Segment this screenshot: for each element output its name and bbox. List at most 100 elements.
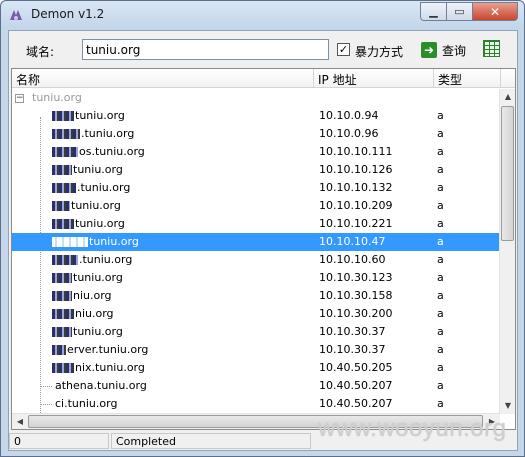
root-name: tuniu.org (32, 91, 82, 104)
row-ip: 10.10.10.132 (319, 181, 393, 194)
table-row[interactable]: .tuniu.org 10.10.0.96 a (12, 125, 500, 143)
collapse-icon[interactable]: − (15, 94, 24, 103)
row-name-text: .tuniu.org (81, 127, 135, 140)
row-name-text: .tuniu.org (77, 181, 131, 194)
table-row[interactable]: tuniu.org 10.10.30.37 a (12, 323, 500, 341)
row-name-text: niu.org (75, 307, 114, 320)
table-row[interactable]: .tuniu.org 10.10.10.132 a (12, 179, 500, 197)
table-row[interactable]: .tuniu.org 10.10.10.60 a (12, 251, 500, 269)
table-row[interactable]: os.tuniu.org 10.10.10.111 a (12, 143, 500, 161)
app-window: Demon v1.2 ▁ ▭ ✕ 域名: ✓ 暴力方式 ➜ 查询 名称 IP 地… (0, 0, 525, 457)
row-ip: 10.10.10.47 (319, 235, 386, 248)
row-name: tuniu.org (52, 271, 123, 284)
table-row[interactable]: tuniu.org 10.10.0.94 a (12, 107, 500, 125)
row-name-text: nix.tuniu.org (75, 361, 145, 374)
minimize-icon: ▁ (429, 5, 438, 18)
redaction-mask (52, 291, 72, 301)
redaction-mask (52, 129, 80, 139)
row-name-text: tuniu.org (75, 217, 125, 230)
vertical-scrollbar[interactable]: ▲ ▼ (499, 89, 515, 414)
row-name-text: tuniu.org (75, 109, 125, 122)
table-row[interactable]: tuniu.org 10.10.10.126 a (12, 161, 500, 179)
redaction-mask (52, 219, 74, 229)
redaction-mask (52, 111, 74, 121)
row-type: a (437, 163, 444, 176)
row-name-text: .tuniu.org (79, 253, 133, 266)
table-row[interactable]: tuniu.org 10.10.10.221 a (12, 215, 500, 233)
row-name: nix.tuniu.org (52, 361, 145, 374)
scroll-up-icon[interactable]: ▲ (500, 89, 515, 105)
row-name: tuniu.org (52, 325, 123, 338)
row-name-text: niu.org (73, 289, 112, 302)
table-row[interactable]: tuniu.org 10.10.10.47 a (12, 233, 500, 251)
row-name-text: tuniu.org (89, 235, 139, 248)
row-type: a (437, 217, 444, 230)
row-type: a (437, 199, 444, 212)
row-type: a (437, 325, 444, 338)
close-icon: ✕ (489, 4, 501, 19)
row-name: .tuniu.org (52, 253, 132, 266)
row-type: a (437, 271, 444, 284)
maximize-button[interactable]: ▭ (447, 2, 473, 21)
table-row[interactable]: ci.tuniu.org 10.40.50.207 a (12, 395, 500, 413)
row-ip: 10.10.30.37 (319, 325, 386, 338)
list-header: 名称 IP 地址 类型 (12, 69, 515, 88)
row-ip: 10.10.0.96 (319, 127, 379, 140)
column-ip-header[interactable]: IP 地址 (318, 71, 357, 88)
query-button[interactable]: ➜ 查询 (421, 39, 477, 61)
domain-label: 域名: (26, 45, 55, 59)
results-list[interactable]: 名称 IP 地址 类型 − tuniu.org tuniu.org 10.10.0… (11, 68, 516, 430)
row-type: a (437, 361, 444, 374)
scroll-down-icon[interactable]: ▼ (500, 398, 515, 414)
redaction-mask (52, 201, 70, 211)
main-panel: 域名: ✓ 暴力方式 ➜ 查询 名称 IP 地址 类型 − tuniu.org (8, 30, 518, 451)
row-ip: 10.10.30.200 (319, 307, 393, 320)
table-row[interactable]: athena.tuniu.org 10.40.50.207 a (12, 377, 500, 395)
row-name: niu.org (52, 289, 112, 302)
row-name-text: tuniu.org (71, 199, 121, 212)
redaction-mask (52, 165, 72, 175)
redaction-mask (52, 255, 78, 265)
column-type-header[interactable]: 类型 (438, 71, 462, 88)
row-name-text: athena.tuniu.org (55, 379, 147, 392)
row-type: a (437, 145, 444, 158)
title-bar[interactable]: Demon v1.2 ▁ ▭ ✕ (1, 1, 524, 29)
table-row[interactable]: erver.tuniu.org 10.10.30.37 a (12, 341, 500, 359)
domain-input[interactable] (82, 39, 329, 60)
table-row[interactable]: niu.org 10.10.30.158 a (12, 287, 500, 305)
tree-root[interactable]: − tuniu.org (12, 89, 500, 107)
bruteforce-checkbox[interactable]: ✓ (337, 43, 350, 56)
query-label: 查询 (442, 43, 467, 58)
row-name: tuniu.org (52, 163, 123, 176)
watermark: www.wooyun.org (318, 415, 507, 442)
row-type: a (437, 253, 444, 266)
row-name: .tuniu.org (52, 127, 134, 140)
row-type: a (437, 289, 444, 302)
row-name: .tuniu.org (52, 181, 130, 194)
minimize-button[interactable]: ▁ (420, 2, 447, 21)
redaction-mask (52, 237, 88, 247)
table-row[interactable]: niu.org 10.10.30.200 a (12, 305, 500, 323)
row-name-text: os.tuniu.org (79, 145, 145, 158)
row-type: a (437, 379, 444, 392)
table-row[interactable]: tuniu.org 10.10.10.209 a (12, 197, 500, 215)
bruteforce-label: 暴力方式 (355, 45, 404, 59)
scroll-left-icon[interactable]: ◀ (12, 414, 28, 429)
row-ip: 10.10.10.60 (319, 253, 386, 266)
row-ip: 10.40.50.207 (319, 379, 393, 392)
row-name: niu.org (52, 307, 114, 320)
close-button[interactable]: ✕ (473, 2, 518, 21)
row-ip: 10.10.30.158 (319, 289, 393, 302)
row-type: a (437, 109, 444, 122)
vertical-scroll-thumb[interactable] (501, 106, 514, 241)
table-row[interactable]: nix.tuniu.org 10.40.50.205 a (12, 359, 500, 377)
tree-branch (40, 386, 52, 387)
row-name: athena.tuniu.org (55, 379, 147, 392)
row-name-text: ci.tuniu.org (55, 397, 118, 410)
row-ip: 10.10.30.123 (319, 271, 393, 284)
row-type: a (437, 181, 444, 194)
column-name-header[interactable]: 名称 (16, 71, 40, 88)
table-row[interactable]: tuniu.org 10.10.30.123 a (12, 269, 500, 287)
row-type: a (437, 127, 444, 140)
spreadsheet-icon[interactable] (483, 40, 500, 57)
